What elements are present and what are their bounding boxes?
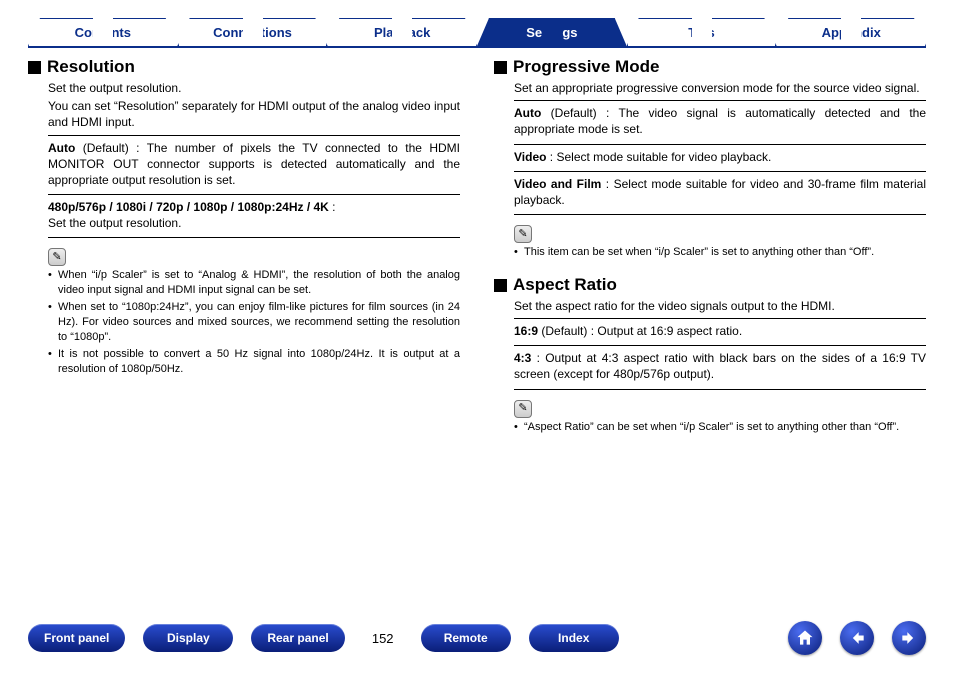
- tab-playback[interactable]: Playback: [327, 18, 477, 46]
- section-progressive: Progressive Mode Set an appropriate prog…: [494, 56, 926, 260]
- footer-nav: Front panel Display Rear panel 152 Remot…: [0, 621, 954, 655]
- heading-resolution: Resolution: [28, 56, 460, 79]
- button-label: Remote: [444, 631, 488, 645]
- tab-label: Playback: [374, 25, 430, 40]
- option-desc: Set the output resolution.: [48, 216, 181, 230]
- display-button[interactable]: Display: [143, 624, 233, 652]
- tab-contents[interactable]: Contents: [28, 18, 178, 46]
- content-columns: Resolution Set the output resolution. Yo…: [28, 56, 926, 448]
- resolution-intro-1: Set the output resolution.: [48, 80, 460, 96]
- divider: [514, 345, 926, 346]
- option-default: :: [546, 150, 556, 164]
- front-panel-button[interactable]: Front panel: [28, 624, 125, 652]
- divider: [48, 237, 460, 238]
- option-key: 480p/576p / 1080i / 720p / 1080p / 1080p…: [48, 200, 329, 214]
- tab-connections[interactable]: Connections: [178, 18, 328, 46]
- square-bullet-icon: [494, 279, 507, 292]
- option-default: :: [531, 351, 545, 365]
- divider: [514, 389, 926, 390]
- section-resolution: Resolution Set the output resolution. Yo…: [28, 56, 460, 376]
- heading-text: Progressive Mode: [513, 56, 659, 79]
- page-number: 152: [363, 631, 403, 646]
- arrow-left-icon: [847, 628, 867, 648]
- aspect-notes: “Aspect Ratio” can be set when “i/p Scal…: [514, 420, 926, 435]
- heading-text: Resolution: [47, 56, 135, 79]
- left-column: Resolution Set the output resolution. Yo…: [28, 56, 460, 448]
- tab-appendix[interactable]: Appendix: [776, 18, 926, 46]
- divider: [48, 194, 460, 195]
- tab-settings[interactable]: Settings: [477, 18, 627, 46]
- progressive-row: Video and Film : Select mode suitable fo…: [514, 174, 926, 210]
- divider: [514, 214, 926, 215]
- aspect-row: 4:3 : Output at 4:3 aspect ratio with bl…: [514, 348, 926, 384]
- button-label: Rear panel: [267, 631, 328, 645]
- option-key: Auto: [514, 106, 541, 120]
- arrow-right-icon: [899, 628, 919, 648]
- square-bullet-icon: [494, 61, 507, 74]
- note-item: It is not possible to convert a 50 Hz si…: [48, 347, 460, 377]
- progressive-row: Video : Select mode suitable for video p…: [514, 147, 926, 167]
- note-item: When set to “1080p:24Hz”, you can enjoy …: [48, 300, 460, 345]
- progressive-notes: This item can be set when “i/p Scaler” i…: [514, 245, 926, 260]
- resolution-intro-2: You can set “Resolution” separately for …: [48, 98, 460, 130]
- tab-label: Appendix: [822, 25, 881, 40]
- option-desc: Output at 4:3 aspect ratio with black ba…: [514, 351, 926, 381]
- section-aspect: Aspect Ratio Set the aspect ratio for th…: [494, 274, 926, 435]
- option-key: Video: [514, 150, 546, 164]
- progressive-row: Auto (Default) : The video signal is aut…: [514, 103, 926, 139]
- pencil-note-icon: ✎: [514, 400, 532, 418]
- button-label: Display: [167, 631, 210, 645]
- divider: [514, 171, 926, 172]
- divider: [48, 135, 460, 136]
- resolution-row-modes: 480p/576p / 1080i / 720p / 1080p / 1080p…: [48, 197, 460, 233]
- option-key: Video and Film: [514, 177, 601, 191]
- divider: [514, 144, 926, 145]
- option-default: (Default) :: [75, 141, 146, 155]
- divider: [514, 100, 926, 101]
- tab-label: Tips: [688, 25, 715, 40]
- pencil-note-icon: ✎: [514, 225, 532, 243]
- button-label: Front panel: [44, 631, 109, 645]
- pencil-note-icon: ✎: [48, 248, 66, 266]
- top-tabs: Contents Connections Playback Settings T…: [28, 18, 926, 48]
- heading-text: Aspect Ratio: [513, 274, 617, 297]
- button-label: Index: [558, 631, 589, 645]
- divider: [514, 318, 926, 319]
- square-bullet-icon: [28, 61, 41, 74]
- home-button[interactable]: [788, 621, 822, 655]
- tab-tips[interactable]: Tips: [627, 18, 777, 46]
- rear-panel-button[interactable]: Rear panel: [251, 624, 344, 652]
- home-icon: [795, 628, 815, 648]
- tab-label: Contents: [75, 25, 131, 40]
- prev-page-button[interactable]: [840, 621, 874, 655]
- option-sep: :: [329, 200, 336, 214]
- right-column: Progressive Mode Set an appropriate prog…: [494, 56, 926, 448]
- aspect-row: 16:9 (Default) : Output at 16:9 aspect r…: [514, 321, 926, 341]
- tab-label: Connections: [213, 25, 292, 40]
- option-desc: Output at 16:9 aspect ratio.: [597, 324, 742, 338]
- option-default: (Default) :: [538, 324, 597, 338]
- progressive-intro: Set an appropriate progressive conversio…: [514, 80, 926, 96]
- note-item: “Aspect Ratio” can be set when “i/p Scal…: [514, 420, 926, 435]
- option-key: 4:3: [514, 351, 531, 365]
- remote-button[interactable]: Remote: [421, 624, 511, 652]
- option-default: :: [601, 177, 613, 191]
- heading-aspect: Aspect Ratio: [494, 274, 926, 297]
- resolution-row-auto: Auto (Default) : The number of pixels th…: [48, 138, 460, 191]
- option-default: (Default) :: [541, 106, 618, 120]
- note-item: When “i/p Scaler” is set to “Analog & HD…: [48, 268, 460, 298]
- option-desc: Select mode suitable for video playback.: [556, 150, 771, 164]
- heading-progressive: Progressive Mode: [494, 56, 926, 79]
- option-key: 16:9: [514, 324, 538, 338]
- aspect-intro: Set the aspect ratio for the video signa…: [514, 298, 926, 314]
- note-item: This item can be set when “i/p Scaler” i…: [514, 245, 926, 260]
- tab-label: Settings: [526, 25, 577, 40]
- option-key: Auto: [48, 141, 75, 155]
- resolution-notes: When “i/p Scaler” is set to “Analog & HD…: [48, 268, 460, 376]
- index-button[interactable]: Index: [529, 624, 619, 652]
- next-page-button[interactable]: [892, 621, 926, 655]
